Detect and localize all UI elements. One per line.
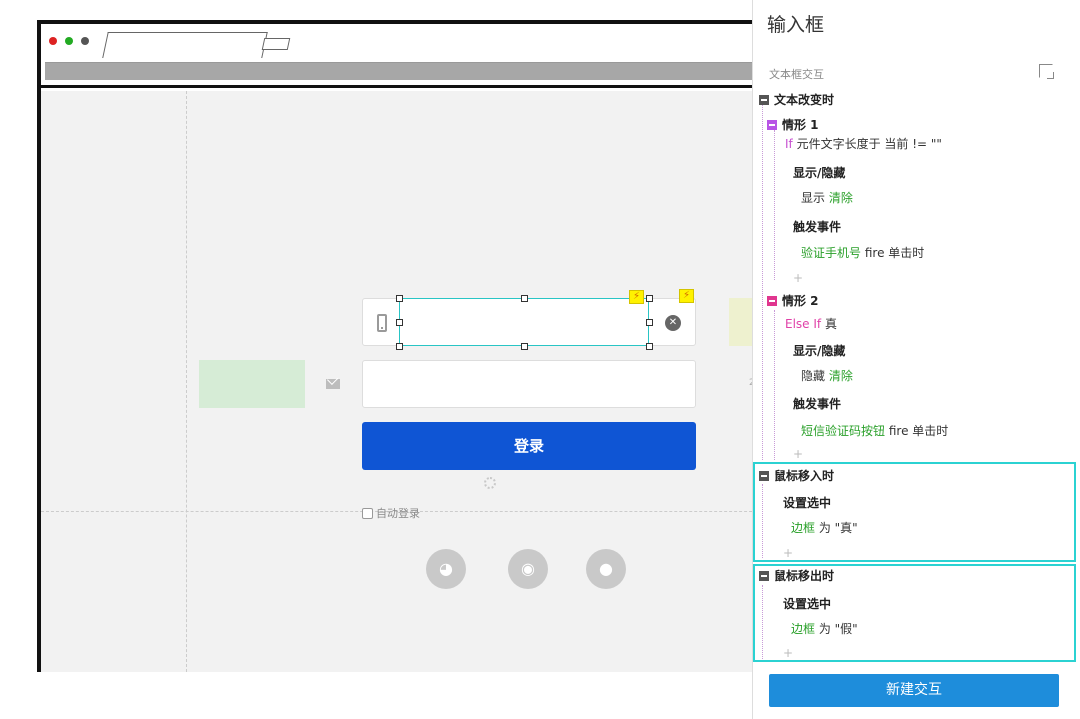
new-tab-icon	[261, 38, 291, 50]
action-detail[interactable]: 边框 为 "假"	[791, 619, 858, 639]
resize-handle-b[interactable]	[521, 343, 528, 350]
event-mouse-enter[interactable]: 鼠标移入时	[759, 466, 834, 486]
resize-handle-tr[interactable]	[646, 295, 653, 302]
collapse-square-icon[interactable]	[767, 120, 777, 130]
add-action-plus[interactable]: +	[783, 643, 793, 663]
loader-icon	[484, 477, 496, 489]
action-heading[interactable]: 显示/隐藏	[793, 341, 845, 361]
yellow-placeholder-block[interactable]	[729, 298, 752, 346]
action-detail[interactable]: 隐藏 清除	[801, 366, 853, 386]
collapse-square-icon[interactable]	[767, 296, 777, 306]
collapse-square-icon[interactable]	[759, 95, 769, 105]
auto-login-label: 自动登录	[376, 507, 420, 520]
event-mouse-leave[interactable]: 鼠标移出时	[759, 566, 834, 586]
minimize-dot-icon	[81, 37, 89, 45]
green-placeholder-block[interactable]	[199, 360, 305, 408]
section-label: 文本框交互	[769, 68, 824, 81]
qq-icon[interactable]: ●	[586, 549, 626, 589]
interaction-panel: 输入框 文本框交互 文本改变时 情形 1 If 元件文字长度于 当前 != ""…	[752, 0, 1080, 719]
new-interaction-button[interactable]: 新建交互	[769, 674, 1059, 707]
add-action-plus[interactable]: +	[783, 543, 793, 563]
action-detail[interactable]: 边框 为 "真"	[791, 518, 858, 538]
tree-guide	[762, 98, 763, 460]
case-1-condition[interactable]: If 元件文字长度于 当前 != ""	[785, 134, 942, 154]
checkbox-icon[interactable]	[362, 508, 373, 519]
guide-line-vertical	[186, 91, 187, 672]
collapse-square-icon[interactable]	[759, 571, 769, 581]
case-2[interactable]: 情形 2	[767, 291, 819, 311]
mail-icon	[326, 379, 340, 389]
code-input[interactable]	[362, 360, 696, 408]
tree-guide	[774, 130, 775, 280]
maximize-dot-icon	[65, 37, 73, 45]
action-heading[interactable]: 触发事件	[793, 217, 841, 237]
address-bar	[45, 62, 752, 80]
browser-mockup: 2 ✕ ⚡ ⚡ 登录 自动登录 ◕ ◉ ●	[37, 20, 752, 672]
action-heading[interactable]: 设置选中	[783, 493, 831, 513]
design-canvas[interactable]: 2 ✕ ⚡ ⚡ 登录 自动登录 ◕ ◉ ●	[0, 0, 752, 719]
resize-handle-br[interactable]	[646, 343, 653, 350]
interaction-bolt-icon[interactable]: ⚡	[629, 290, 644, 304]
collapse-icon[interactable]	[1039, 64, 1054, 79]
case-2-condition[interactable]: Else If 真	[785, 314, 837, 334]
interaction-bolt-icon-2[interactable]: ⚡	[679, 289, 694, 303]
action-detail[interactable]: 显示 清除	[801, 188, 853, 208]
browser-tab	[102, 32, 268, 58]
wechat-icon[interactable]: ◕	[426, 549, 466, 589]
action-heading[interactable]: 触发事件	[793, 394, 841, 414]
close-dot-icon	[49, 37, 57, 45]
browser-chrome	[41, 24, 752, 88]
phone-input-selected[interactable]: ⚡	[396, 290, 653, 350]
weibo-icon[interactable]: ◉	[508, 549, 548, 589]
phone-icon	[377, 314, 387, 332]
login-button[interactable]: 登录	[362, 422, 696, 470]
page-content: 2 ✕ ⚡ ⚡ 登录 自动登录 ◕ ◉ ●	[41, 91, 752, 672]
auto-login-checkbox[interactable]: 自动登录	[362, 505, 420, 521]
clear-icon[interactable]: ✕	[665, 315, 681, 331]
action-detail[interactable]: 短信验证码按钮 fire 单击时	[801, 421, 948, 441]
resize-handle-bl[interactable]	[396, 343, 403, 350]
case-1[interactable]: 情形 1	[767, 115, 819, 135]
tree-guide	[774, 310, 775, 460]
action-heading[interactable]: 显示/隐藏	[793, 163, 845, 183]
resize-handle-t[interactable]	[521, 295, 528, 302]
action-heading[interactable]: 设置选中	[783, 594, 831, 614]
add-action-plus[interactable]: +	[793, 268, 803, 288]
resize-handle-r[interactable]	[646, 319, 653, 326]
collapse-square-icon[interactable]	[759, 471, 769, 481]
event-text-change[interactable]: 文本改变时	[759, 90, 834, 110]
panel-title: 输入框	[767, 14, 825, 36]
add-action-plus[interactable]: +	[793, 444, 803, 464]
action-detail[interactable]: 验证手机号 fire 单击时	[801, 243, 924, 263]
resize-handle-l[interactable]	[396, 319, 403, 326]
resize-handle-tl[interactable]	[396, 295, 403, 302]
